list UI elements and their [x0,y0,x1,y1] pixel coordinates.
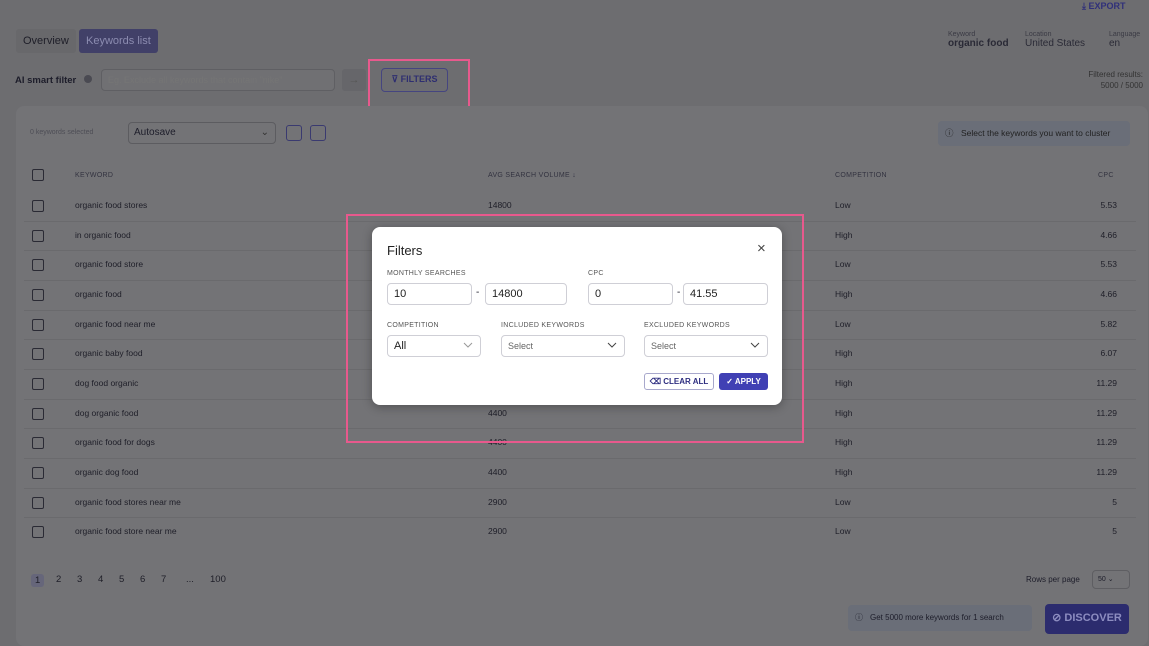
row-checkbox[interactable] [32,377,44,390]
cell-competition: High [835,348,853,359]
meta-location: Location United States [1025,31,1086,49]
cell-keyword: organic food for dogs [75,437,155,448]
row-checkbox[interactable] [32,229,44,242]
page-5[interactable]: 5 [119,574,124,585]
more-keywords-hint: ⓘ Get 5000 more keywords for 1 search [848,605,1032,631]
cell-competition: Low [835,496,851,507]
submit-arrow-button[interactable]: → [342,69,366,91]
table-row[interactable]: organic food stores 14800 Low 5.53 [0,196,1149,216]
cell-cpc: 5 [1112,526,1117,537]
table-row[interactable]: organic food stores near me 2900 Low 5 [0,493,1149,513]
cell-volume: 2900 [488,496,507,507]
page-3[interactable]: 3 [77,574,82,585]
discover-button[interactable]: ⊘ DISCOVER [1045,604,1129,634]
tab-keywords-list[interactable]: Keywords list [79,29,158,53]
compass-icon: ⊘ [1052,612,1065,624]
cell-cpc: 11.29 [1096,407,1117,418]
row-checkbox[interactable] [32,437,44,450]
ai-smart-filter-input[interactable] [101,69,335,91]
row-checkbox[interactable] [32,318,44,331]
cell-competition: High [835,437,853,448]
sort-down-icon: ↓ [572,172,577,179]
rows-per-page-select[interactable]: 50 ⌄ [1092,570,1130,589]
cell-cpc: 5.82 [1100,318,1117,329]
cell-keyword: dog organic food [75,407,139,418]
info-icon: ⓘ [945,128,954,138]
cell-competition: Low [835,259,851,270]
highlight-modal [346,214,804,443]
row-checkbox[interactable] [32,407,44,420]
page-100[interactable]: 100 [210,574,226,585]
cell-cpc: 6.07 [1100,348,1117,359]
chevron-down-icon: ⌄ [260,127,269,138]
page-1[interactable]: 1 [31,574,45,587]
cell-keyword: organic food stores near me [75,496,181,507]
cell-cpc: 5.53 [1100,259,1117,270]
cell-keyword: organic food store [75,259,144,270]
cell-keyword: organic baby food [75,348,143,359]
cell-competition: Low [835,318,851,329]
page-2[interactable]: 2 [56,574,61,585]
cell-volume: 4400 [488,466,507,477]
cell-keyword: organic food store near me [75,526,177,537]
cell-keyword: dog food organic [75,377,139,388]
cell-cpc: 4.66 [1100,288,1117,299]
rows-per-page-label: Rows per page [1026,575,1080,584]
page-6[interactable]: 6 [140,574,145,585]
cell-volume: 14800 [488,200,512,210]
cell-volume: 2900 [488,526,507,537]
row-checkbox[interactable] [32,288,44,301]
cell-cpc: 11.29 [1096,437,1117,448]
row-checkbox[interactable] [32,496,44,509]
select-all-checkbox[interactable] [32,169,44,181]
column-header-cpc[interactable]: CPC [1098,172,1114,179]
cell-competition: High [835,407,853,418]
help-icon[interactable] [84,75,92,83]
cell-keyword: organic food stores [75,200,148,210]
page-4[interactable]: 4 [98,574,103,585]
row-divider [24,487,1136,489]
settings-sliders-icon[interactable] [310,125,326,141]
cell-competition: High [835,377,853,388]
cell-keyword: organic food [75,288,122,299]
column-header-volume[interactable]: AVG SEARCH VOLUME ↓ [488,172,576,179]
cell-keyword: in organic food [75,229,131,240]
row-checkbox[interactable] [32,200,44,212]
cell-keyword: organic dog food [75,466,139,477]
info-icon: ⓘ [855,613,863,622]
row-checkbox[interactable] [32,259,44,272]
row-checkbox[interactable] [32,348,44,361]
cell-competition: High [835,229,853,240]
cell-cpc: 11.29 [1096,466,1117,477]
row-checkbox[interactable] [32,526,44,539]
cell-cpc: 11.29 [1096,377,1117,388]
cell-cpc: 5 [1112,496,1117,507]
selected-count: 0 keywords selected [30,129,94,136]
table-row[interactable]: organic food store near me 2900 Low 5 [0,522,1149,542]
row-checkbox[interactable] [32,466,44,479]
tab-overview[interactable]: Overview [16,29,76,53]
meta-language: Language en [1109,31,1141,49]
cell-competition: Low [835,526,851,537]
column-header-competition[interactable]: COMPETITION [835,172,887,179]
column-header-keyword[interactable]: KEYWORD [75,172,113,179]
page-7[interactable]: 7 [161,574,166,585]
export-button[interactable]: ⤓ EXPORT [1082,1,1126,11]
row-divider [24,457,1136,459]
ai-smart-filter-label: AI smart filter [15,75,77,86]
row-divider [24,517,1136,519]
cell-cpc: 5.53 [1100,200,1117,210]
cell-keyword: organic food near me [75,318,156,329]
filtered-results: Filtered results: 5000 / 5000 [1088,70,1143,90]
meta-keyword: Keyword organic food [948,31,1009,49]
autosave-select[interactable]: Autosave ⌄ [128,122,276,144]
cell-competition: High [835,466,853,477]
cell-cpc: 4.66 [1100,229,1117,240]
table-row[interactable]: organic dog food 4400 High 11.29 [0,463,1149,483]
cell-competition: High [835,288,853,299]
cluster-hint: ⓘ Select the keywords you want to cluster [938,121,1130,146]
save-icon[interactable] [286,125,302,141]
cell-competition: Low [835,200,851,210]
page-ellipsis: ... [186,574,194,585]
